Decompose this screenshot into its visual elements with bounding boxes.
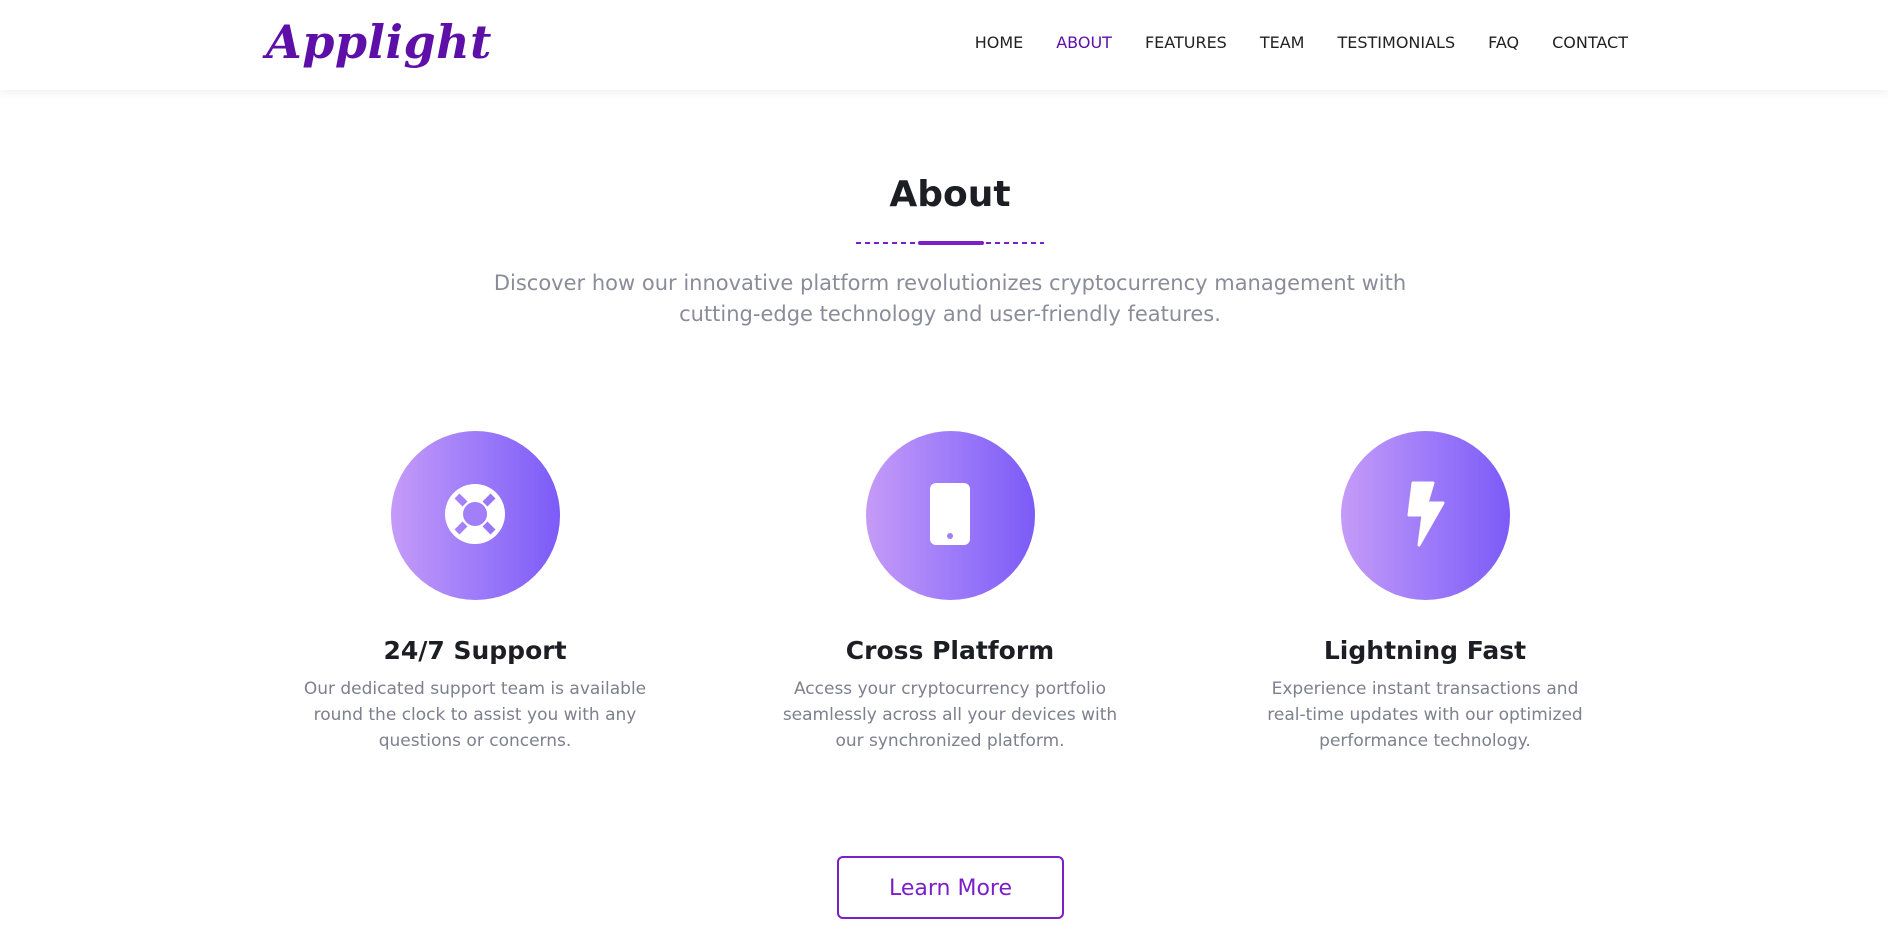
feature-card-support: 24/7 Support Our dedicated support team … — [285, 431, 665, 754]
section-subtitle: Discover how our innovative platform rev… — [493, 271, 1407, 326]
brand-logo[interactable]: Applight — [266, 12, 492, 72]
feature-card-cross-platform: Cross Platform Access your cryptocurrenc… — [760, 431, 1140, 754]
feature-description: Our dedicated support team is available … — [303, 679, 647, 751]
feature-icon-badge — [1340, 431, 1510, 600]
feature-icon-badge — [865, 431, 1035, 600]
life-ring-icon — [443, 482, 507, 550]
nav-item-testimonials[interactable]: TESTIMONIALS — [1337, 32, 1455, 54]
learn-more-button[interactable]: Learn More — [837, 856, 1064, 919]
feature-title: Cross Platform — [845, 636, 1055, 665]
nav-item-home[interactable]: HOME — [975, 32, 1024, 54]
section-title: About — [889, 174, 1011, 215]
feature-card-lightning-fast: Lightning Fast Experience instant transa… — [1235, 431, 1615, 754]
mobile-phone-icon — [928, 481, 972, 551]
nav-item-about[interactable]: ABOUT — [1056, 32, 1112, 54]
feature-description: Experience instant transactions and real… — [1267, 679, 1583, 751]
nav-item-features[interactable]: FEATURES — [1145, 32, 1227, 54]
nav-item-team[interactable]: TEAM — [1260, 32, 1305, 54]
feature-icon-badge — [390, 431, 560, 600]
nav-item-faq[interactable]: FAQ — [1488, 32, 1519, 54]
main-nav: HOME ABOUT FEATURES TEAM TESTIMONIALS FA… — [942, 32, 1628, 54]
title-divider — [856, 241, 1044, 245]
feature-description: Access your cryptocurrency portfolio sea… — [782, 679, 1118, 751]
top-navbar: Applight HOME ABOUT FEATURES TEAM TESTIM… — [0, 0, 1888, 90]
nav-item-contact[interactable]: CONTACT — [1552, 32, 1628, 54]
lightning-bolt-icon — [1403, 481, 1447, 551]
feature-title: Lightning Fast — [1323, 636, 1527, 665]
feature-title: 24/7 Support — [383, 636, 567, 665]
